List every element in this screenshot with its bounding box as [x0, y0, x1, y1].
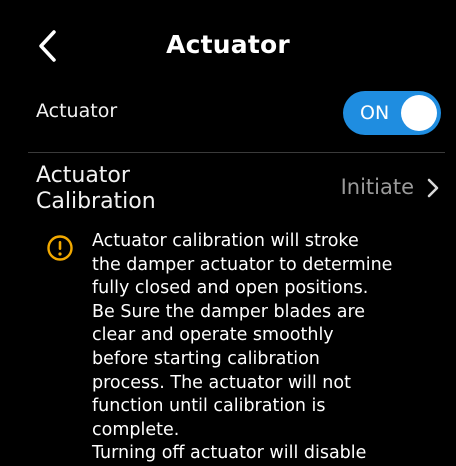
warning-circle-icon — [47, 235, 73, 261]
header: Actuator — [0, 0, 456, 90]
actuator-calibration-row[interactable]: Actuator Calibration Initiate — [0, 153, 456, 223]
actuator-row: Actuator ON — [0, 88, 456, 150]
calibration-label: Actuator Calibration — [36, 163, 236, 215]
actuator-label: Actuator — [36, 100, 118, 122]
chevron-right-icon — [427, 178, 439, 198]
page-title: Actuator — [166, 30, 290, 59]
toggle-knob — [401, 95, 437, 131]
toggle-state-text: ON — [360, 102, 390, 124]
calibration-warning: Actuator calibration will stroke the dam… — [0, 230, 456, 464]
actuator-toggle[interactable]: ON — [343, 91, 441, 135]
warning-text: Actuator calibration will stroke the dam… — [92, 231, 393, 464]
initiate-action: Initiate — [340, 175, 414, 199]
calibration-label-text: Actuator Calibration — [36, 163, 156, 214]
